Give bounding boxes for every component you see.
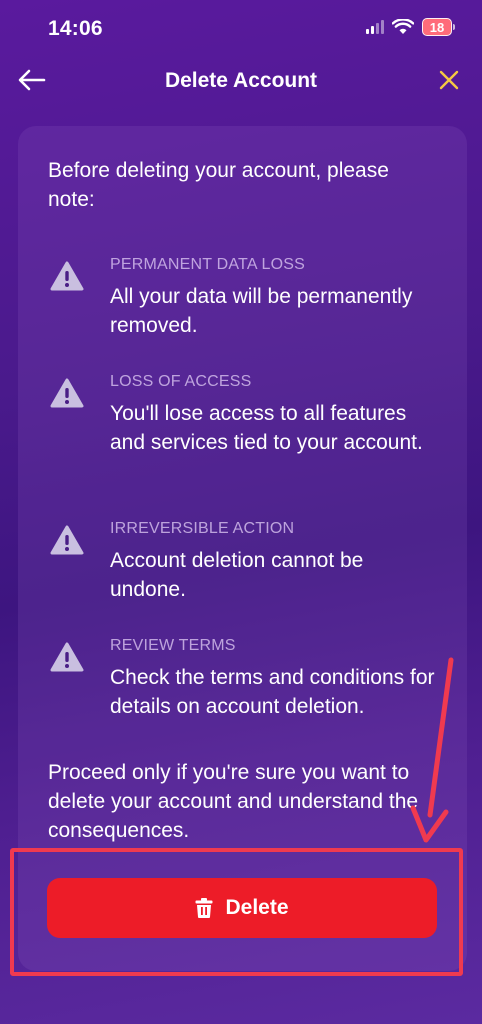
- close-button[interactable]: [436, 67, 462, 93]
- delete-button[interactable]: Delete: [47, 878, 437, 938]
- warning-icon: [50, 378, 84, 408]
- notice-body: All your data will be permanently remove…: [110, 285, 413, 337]
- warning-icon: [50, 261, 84, 291]
- notice-body: You'll lose access to all features and s…: [110, 402, 423, 454]
- page-title: Delete Account: [164, 69, 318, 92]
- delete-button-label: Delete: [225, 896, 289, 919]
- wifi-icon: [392, 19, 414, 34]
- close-icon: [439, 70, 459, 90]
- nav-bar: Delete Account: [0, 58, 482, 104]
- battery-indicator: 18: [422, 18, 455, 36]
- notice-heading: REVIEW TERMS: [110, 637, 236, 654]
- intro-text: Before deleting your account, please not…: [48, 159, 389, 211]
- notice-body: Check the terms and conditions for detai…: [110, 666, 435, 718]
- status-bar: 14:06 18: [0, 0, 482, 58]
- info-card: Before deleting your account, please not…: [18, 126, 467, 971]
- notice-heading: LOSS OF ACCESS: [110, 373, 252, 390]
- status-time: 14:06: [48, 17, 103, 40]
- warning-icon: [50, 525, 84, 555]
- notice-body: Account deletion cannot be undone.: [110, 549, 364, 601]
- warning-icon: [50, 642, 84, 672]
- cellular-signal-icon: [366, 20, 384, 34]
- notice-heading: PERMANENT DATA LOSS: [110, 256, 305, 273]
- trash-icon: [195, 898, 213, 918]
- notice-heading: IRREVERSIBLE ACTION: [110, 520, 295, 537]
- status-icons: 18: [366, 18, 455, 36]
- outro-text: Proceed only if you're sure you want to …: [48, 761, 419, 842]
